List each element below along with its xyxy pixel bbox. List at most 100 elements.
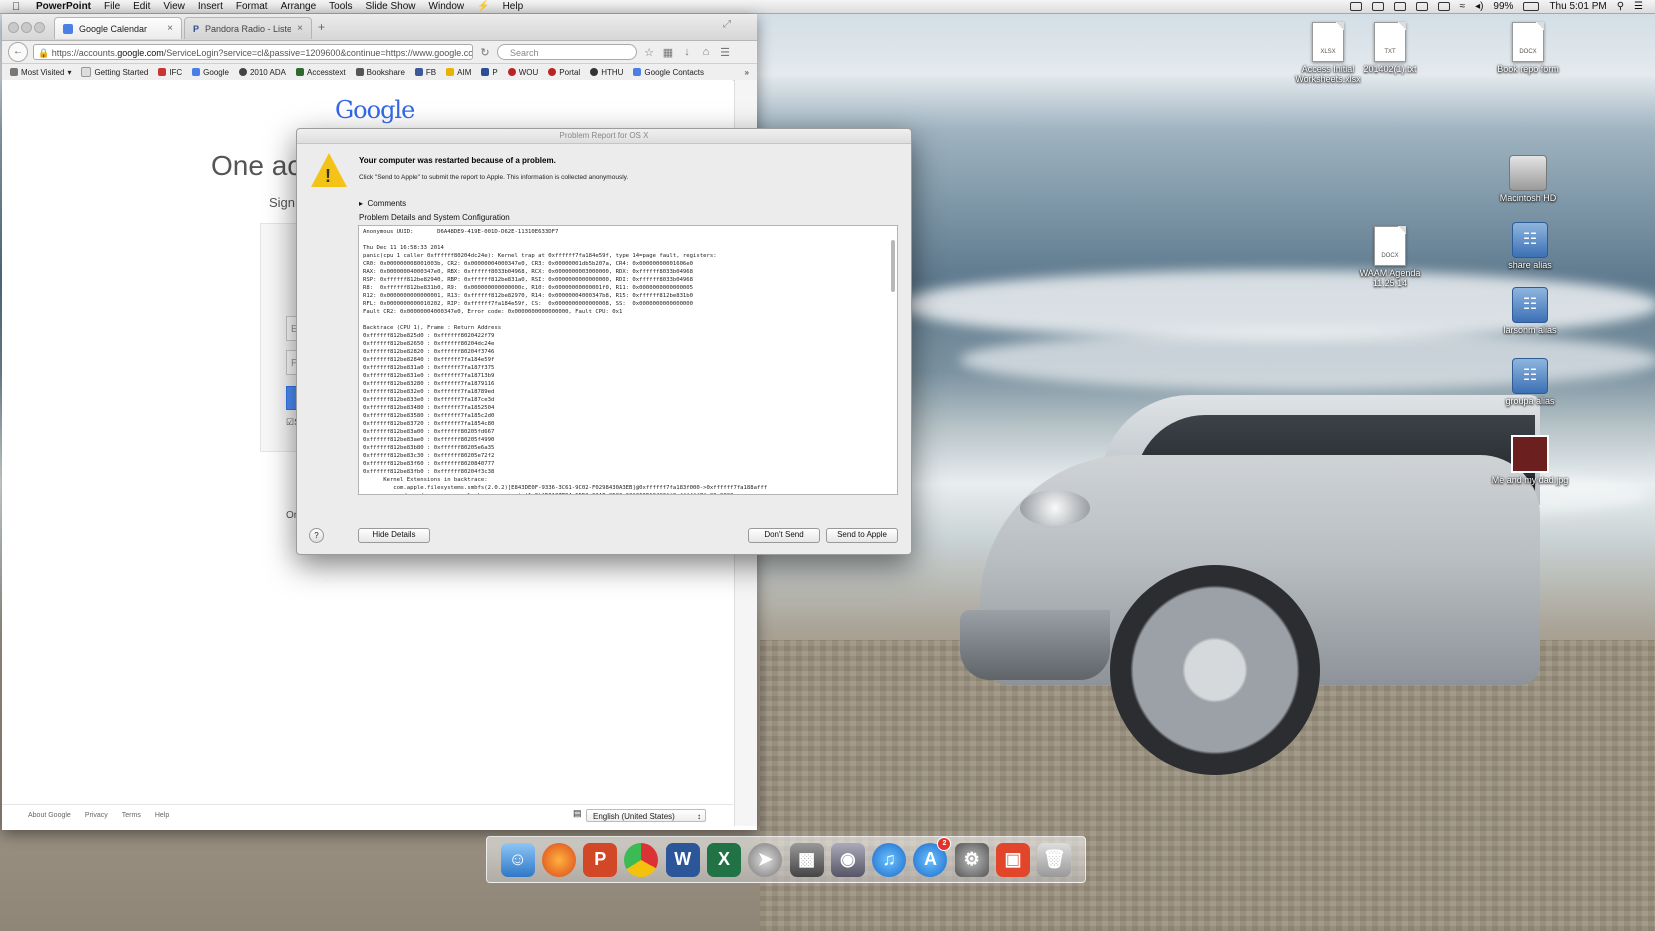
hide-details-button[interactable]: Hide Details — [358, 528, 430, 543]
menu-file[interactable]: File — [104, 1, 120, 12]
script-menu-icon[interactable]: ⚡ — [477, 1, 489, 12]
battery-icon[interactable] — [1523, 2, 1540, 11]
help-button[interactable]: ? — [309, 528, 324, 543]
send-to-apple-button[interactable]: Send to Apple — [826, 528, 898, 543]
fullscreen-icon[interactable]: ⤢ — [723, 19, 731, 30]
desktop-icon-me-and-my-dad[interactable]: Me and my dad.jpg — [1490, 435, 1570, 485]
home-icon[interactable]: ⌂ — [699, 46, 713, 58]
menu-window[interactable]: Window — [429, 1, 465, 12]
footer-link-help[interactable]: Help — [155, 812, 169, 819]
select-arrows-icon: ↕ — [697, 812, 701, 821]
menu-help[interactable]: Help — [503, 1, 524, 12]
bookmark-accesstext[interactable]: Accesstext — [295, 68, 346, 77]
reload-icon[interactable]: ↻ — [478, 46, 492, 59]
search-input[interactable]: Search — [497, 44, 637, 60]
new-tab-button[interactable]: + — [318, 20, 325, 34]
launchpad-icon[interactable]: ➤ — [748, 842, 783, 877]
image-capture-icon[interactable]: ▩ — [789, 842, 824, 877]
apple-menu-icon[interactable]:  — [12, 1, 26, 13]
battery-percent[interactable]: 99% — [1493, 1, 1513, 12]
bookmark-p[interactable]: P — [481, 68, 498, 77]
bookmark-hthu[interactable]: HTHU — [590, 68, 623, 77]
disclosure-triangle-icon[interactable]: ▸ — [359, 199, 363, 208]
skype-icon[interactable] — [1349, 2, 1362, 11]
language-select[interactable]: English (United States) ↕ — [586, 809, 706, 822]
comments-disclosure[interactable]: ▸ Comments — [359, 199, 406, 208]
time-machine-icon[interactable] — [1415, 2, 1428, 11]
desktop-icon-groupa-alias[interactable]: ☷ groupa alias — [1490, 358, 1570, 406]
bookmark-2010-ada[interactable]: 2010 ADA — [238, 68, 286, 77]
bookmark-most-visited[interactable]: Most Visited ▾ — [10, 68, 71, 77]
bookmark-wou[interactable]: WOU — [507, 68, 538, 77]
chrome-icon[interactable] — [624, 842, 659, 877]
menu-insert[interactable]: Insert — [198, 1, 223, 12]
menu-edit[interactable]: Edit — [133, 1, 150, 12]
close-window-button[interactable] — [8, 22, 19, 33]
reading-list-icon[interactable]: ▦ — [661, 46, 675, 59]
bookmark-google[interactable]: Google — [192, 68, 229, 77]
footer-link-privacy[interactable]: Privacy — [85, 812, 108, 819]
folder-icon — [10, 68, 18, 76]
system-preferences-icon[interactable]: ⚙ — [954, 842, 989, 877]
menu-icon[interactable]: ☰ — [718, 46, 732, 59]
menu-arrange[interactable]: Arrange — [281, 1, 317, 12]
photo-thumbnail-icon — [1511, 435, 1549, 473]
footer-link-about[interactable]: About Google — [28, 812, 71, 819]
bookmark-aim[interactable]: AIM — [446, 68, 471, 77]
dont-send-button[interactable]: Don't Send — [748, 528, 820, 543]
desktop-icon-waam-agenda[interactable]: DOCX WAAM Agenda 11.25.14 — [1350, 226, 1430, 288]
report-text-area[interactable]: Anonymous UUID: D6A48DE9-419E-001D-D62E-… — [358, 225, 898, 495]
downloads-icon[interactable]: ↓ — [680, 46, 694, 58]
desktop-icon-macintosh-hd[interactable]: Macintosh HD — [1488, 155, 1568, 203]
menu-slide-show[interactable]: Slide Show — [366, 1, 416, 12]
notification-center-icon[interactable]: ☰ — [1634, 1, 1643, 12]
menu-format[interactable]: Format — [236, 1, 268, 12]
desktop-icon-share-alias[interactable]: ☷ share alias — [1490, 222, 1570, 270]
word-icon[interactable]: W — [665, 842, 700, 877]
dropbox-icon[interactable] — [1393, 2, 1406, 11]
tab-pandora[interactable]: P Pandora Radio - Listen to ... × — [184, 17, 312, 39]
menu-view[interactable]: View — [163, 1, 185, 12]
wou-icon — [507, 68, 516, 76]
app-menu[interactable]: PowerPoint — [36, 1, 91, 12]
volume-icon[interactable]: ◂) — [1475, 1, 1483, 12]
bookmark-portal[interactable]: Portal — [548, 68, 580, 77]
report-scrollbar[interactable] — [891, 240, 895, 292]
bookmark-ifc[interactable]: IFC — [158, 68, 182, 77]
menu-bar:  PowerPoint File Edit View Insert Forma… — [0, 0, 1655, 14]
tab-close-icon[interactable]: × — [167, 18, 173, 40]
desktop-icon-book-repo-form[interactable]: DOCX Book repo form — [1488, 22, 1568, 74]
minimize-window-button[interactable] — [21, 22, 32, 33]
powerpoint-icon[interactable]: P — [583, 842, 618, 877]
tab-google-calendar[interactable]: Google Calendar × — [54, 17, 182, 39]
zoom-window-button[interactable] — [34, 22, 45, 33]
trash-icon[interactable]: 🗑 — [1037, 842, 1072, 877]
wifi-icon[interactable]: ≈ — [1460, 1, 1466, 12]
back-button[interactable]: ← — [8, 42, 28, 62]
bookmark-fb[interactable]: FB — [414, 68, 436, 77]
firefox-icon[interactable] — [541, 842, 576, 877]
menubar-clock[interactable]: Thu 5:01 PM — [1549, 1, 1606, 12]
airplay-icon[interactable] — [1371, 2, 1384, 11]
footer-link-terms[interactable]: Terms — [122, 812, 141, 819]
bluetooth-icon[interactable] — [1437, 2, 1450, 11]
desktop-icon-larsonm-alias[interactable]: ☷ larsonm alias — [1490, 287, 1570, 335]
app-store-icon[interactable]: A2 — [913, 836, 952, 877]
excel-icon[interactable]: X — [707, 842, 742, 877]
bookmark-getting-started[interactable]: Getting Started — [81, 67, 148, 77]
spotlight-icon[interactable]: ⚲ — [1617, 1, 1624, 12]
url-bar[interactable]: 🔒 https://accounts.google.com/ServiceLog… — [33, 44, 473, 60]
menu-tools[interactable]: Tools — [329, 1, 352, 12]
bookmark-star-icon[interactable]: ☆ — [642, 46, 656, 59]
bookmarks-overflow-icon[interactable]: » — [745, 68, 749, 77]
desktop-icon-201402-txt[interactable]: TXT 201402(1).txt — [1350, 22, 1430, 74]
itunes-icon[interactable]: ♫ — [872, 842, 907, 877]
bookmark-google-contacts[interactable]: Google Contacts — [633, 68, 704, 77]
tab-close-icon[interactable]: × — [297, 18, 303, 40]
google-icon — [192, 68, 201, 76]
finder-icon[interactable]: ☺ — [500, 842, 535, 877]
facetime-icon[interactable]: ◉ — [830, 842, 865, 877]
remote-desktop-icon[interactable]: ▣ — [996, 842, 1031, 877]
bookmarks-toolbar: Most Visited ▾ Getting Started IFC Googl… — [2, 64, 757, 81]
bookmark-bookshare[interactable]: Bookshare — [355, 68, 405, 77]
